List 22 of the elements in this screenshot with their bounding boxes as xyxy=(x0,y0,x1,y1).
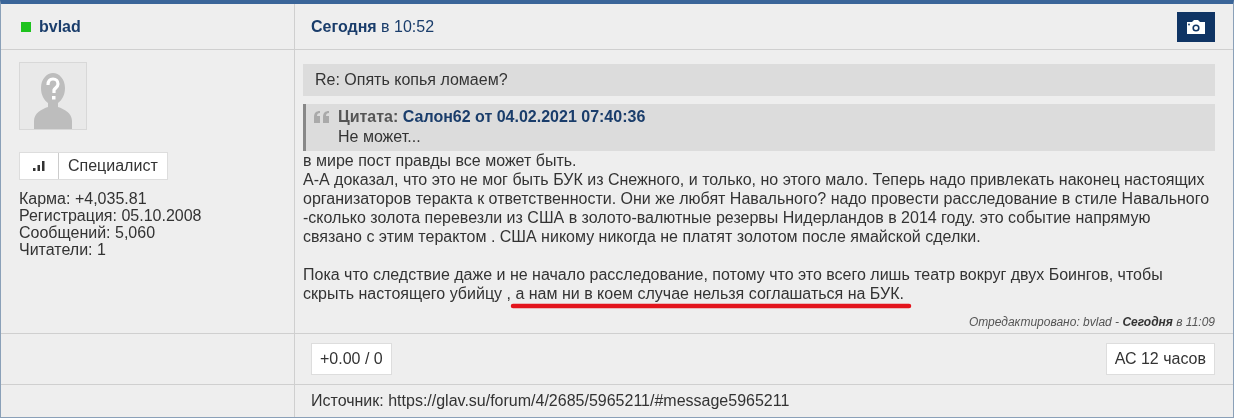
user-stat: Сообщений: 5,060 xyxy=(19,224,157,241)
post-paragraph: Пока что следствие даже и не начало расследование, потому что это всего лишь театр вокруг двух Боингов, чтобы скрыть настоящего убийцу , а нам ни в коем случае нельзя соглашаться на БУК. xyxy=(303,265,1164,303)
signal-bars-icon xyxy=(33,161,45,171)
camera-icon xyxy=(1185,18,1207,35)
quote-icon xyxy=(314,111,330,123)
rating-badge[interactable]: +0.00 / 0 xyxy=(311,343,392,375)
post-paragraph: в мире пост правды все может быть. А-А доказал, что это не мог быть БУК из Снежного, и только, но этого мало. Теперь надо привлекать наконец настоящих организаторов теракта к ответственности. Они же любят Навального? надо провести расследование в стиле Навального -сколько золота перевезли из США в золото-валютные резервы Нидерландов в 2014 году. это событие напрямую связано с этим терактом . США никому никогда не платят золотом после ямайской сделки. xyxy=(303,151,1211,246)
camera-button[interactable] xyxy=(1177,11,1215,42)
quote-text: Не может... xyxy=(338,127,422,147)
post-date: Сегодня в 10:52 xyxy=(311,17,435,36)
quote-source-link[interactable]: Салон62 от 04.02.2021 07:40:36 xyxy=(402,108,646,125)
rank-label: Специалист xyxy=(67,156,159,176)
post-subject: Re: Опять копья ломаем? xyxy=(303,64,1215,96)
post-age-badge: АС 12 часов xyxy=(1105,343,1215,375)
username[interactable]: bvlad xyxy=(39,17,81,36)
user-stat: Регистрация: 05.10.2008 xyxy=(19,207,203,224)
source-text: Источник: https://glav.su/forum/4/2685/5965211/#message5965211 xyxy=(311,392,790,410)
quote-label: Цитата: xyxy=(338,108,399,125)
avatar-placeholder-icon xyxy=(19,62,87,130)
edited-note: Отредактировано: bvlad - Сегодня в 11:09 xyxy=(967,315,1215,329)
user-stat: Читатели: 1 xyxy=(19,241,107,258)
user-stat: Карма: +4,035.81 xyxy=(19,190,148,207)
